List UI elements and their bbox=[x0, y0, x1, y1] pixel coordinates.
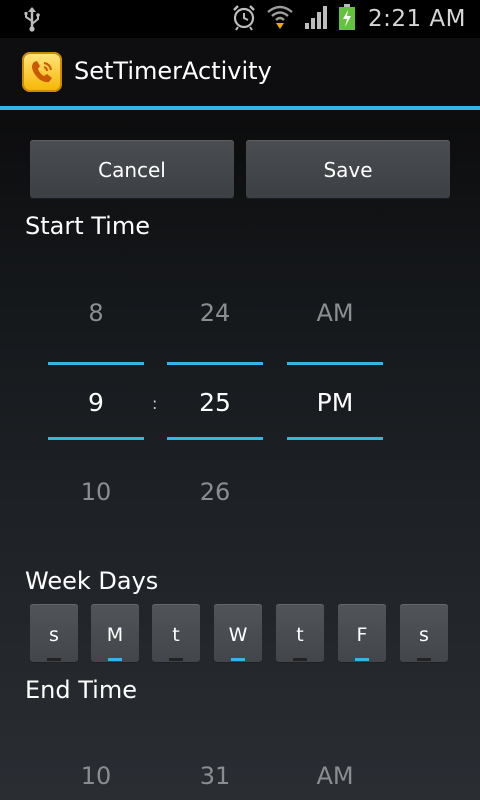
start-ampm-current[interactable]: PM bbox=[287, 388, 383, 417]
start-hour-divider-top bbox=[48, 362, 144, 365]
status-bar: 2:21 AM bbox=[0, 0, 480, 38]
time-separator: : bbox=[152, 394, 158, 413]
day-toggle-wednesday[interactable]: W bbox=[214, 604, 262, 663]
day-indicator bbox=[293, 658, 307, 661]
wifi-icon bbox=[266, 3, 294, 35]
day-toggle-friday[interactable]: F bbox=[338, 604, 386, 663]
start-hour-divider-bottom bbox=[48, 437, 144, 440]
app-title: SetTimerActivity bbox=[74, 57, 272, 85]
day-toggle-monday[interactable]: M bbox=[91, 604, 139, 663]
battery-charging-icon bbox=[338, 3, 356, 35]
usb-icon bbox=[22, 6, 42, 36]
end-time-label: End Time bbox=[25, 676, 137, 704]
start-minute-next[interactable]: 26 bbox=[167, 478, 263, 506]
day-indicator bbox=[108, 658, 122, 661]
title-bar: SetTimerActivity bbox=[0, 38, 480, 106]
start-ampm-divider-bottom bbox=[287, 437, 383, 440]
start-hour-next[interactable]: 10 bbox=[48, 478, 144, 506]
start-ampm-divider-top bbox=[287, 362, 383, 365]
start-ampm-prev[interactable]: AM bbox=[287, 299, 383, 327]
day-letter: s bbox=[49, 624, 59, 646]
end-hour-prev[interactable]: 10 bbox=[48, 762, 144, 790]
day-indicator bbox=[169, 658, 183, 661]
day-toggle-thursday[interactable]: t bbox=[276, 604, 324, 663]
day-indicator bbox=[231, 658, 245, 661]
end-minute-prev[interactable]: 31 bbox=[167, 762, 263, 790]
save-button[interactable]: Save bbox=[246, 140, 450, 199]
phone-app-icon bbox=[22, 52, 62, 92]
title-divider bbox=[0, 106, 480, 110]
start-hour-current[interactable]: 9 bbox=[48, 388, 144, 417]
alarm-icon bbox=[230, 3, 258, 35]
day-toggle-tuesday[interactable]: t bbox=[152, 604, 200, 663]
start-minute-divider-bottom bbox=[167, 437, 263, 440]
start-minute-prev[interactable]: 24 bbox=[167, 299, 263, 327]
day-indicator bbox=[47, 658, 61, 661]
day-toggle-sunday[interactable]: s bbox=[30, 604, 78, 663]
start-minute-current[interactable]: 25 bbox=[167, 388, 263, 417]
start-time-label: Start Time bbox=[25, 212, 150, 240]
start-hour-prev[interactable]: 8 bbox=[48, 299, 144, 327]
day-letter: M bbox=[106, 624, 124, 646]
day-letter: W bbox=[228, 624, 248, 646]
cancel-button[interactable]: Cancel bbox=[30, 140, 234, 199]
day-indicator bbox=[417, 658, 431, 661]
day-letter: F bbox=[356, 624, 368, 646]
day-indicator bbox=[355, 658, 369, 661]
week-days-label: Week Days bbox=[25, 567, 159, 595]
end-ampm-prev[interactable]: AM bbox=[287, 762, 383, 790]
signal-icon bbox=[302, 3, 330, 35]
day-letter: s bbox=[419, 624, 429, 646]
status-time: 2:21 AM bbox=[367, 6, 466, 32]
day-toggle-saturday[interactable]: s bbox=[400, 604, 448, 663]
day-letter: t bbox=[296, 624, 304, 646]
day-letter: t bbox=[172, 624, 180, 646]
start-minute-divider-top bbox=[167, 362, 263, 365]
